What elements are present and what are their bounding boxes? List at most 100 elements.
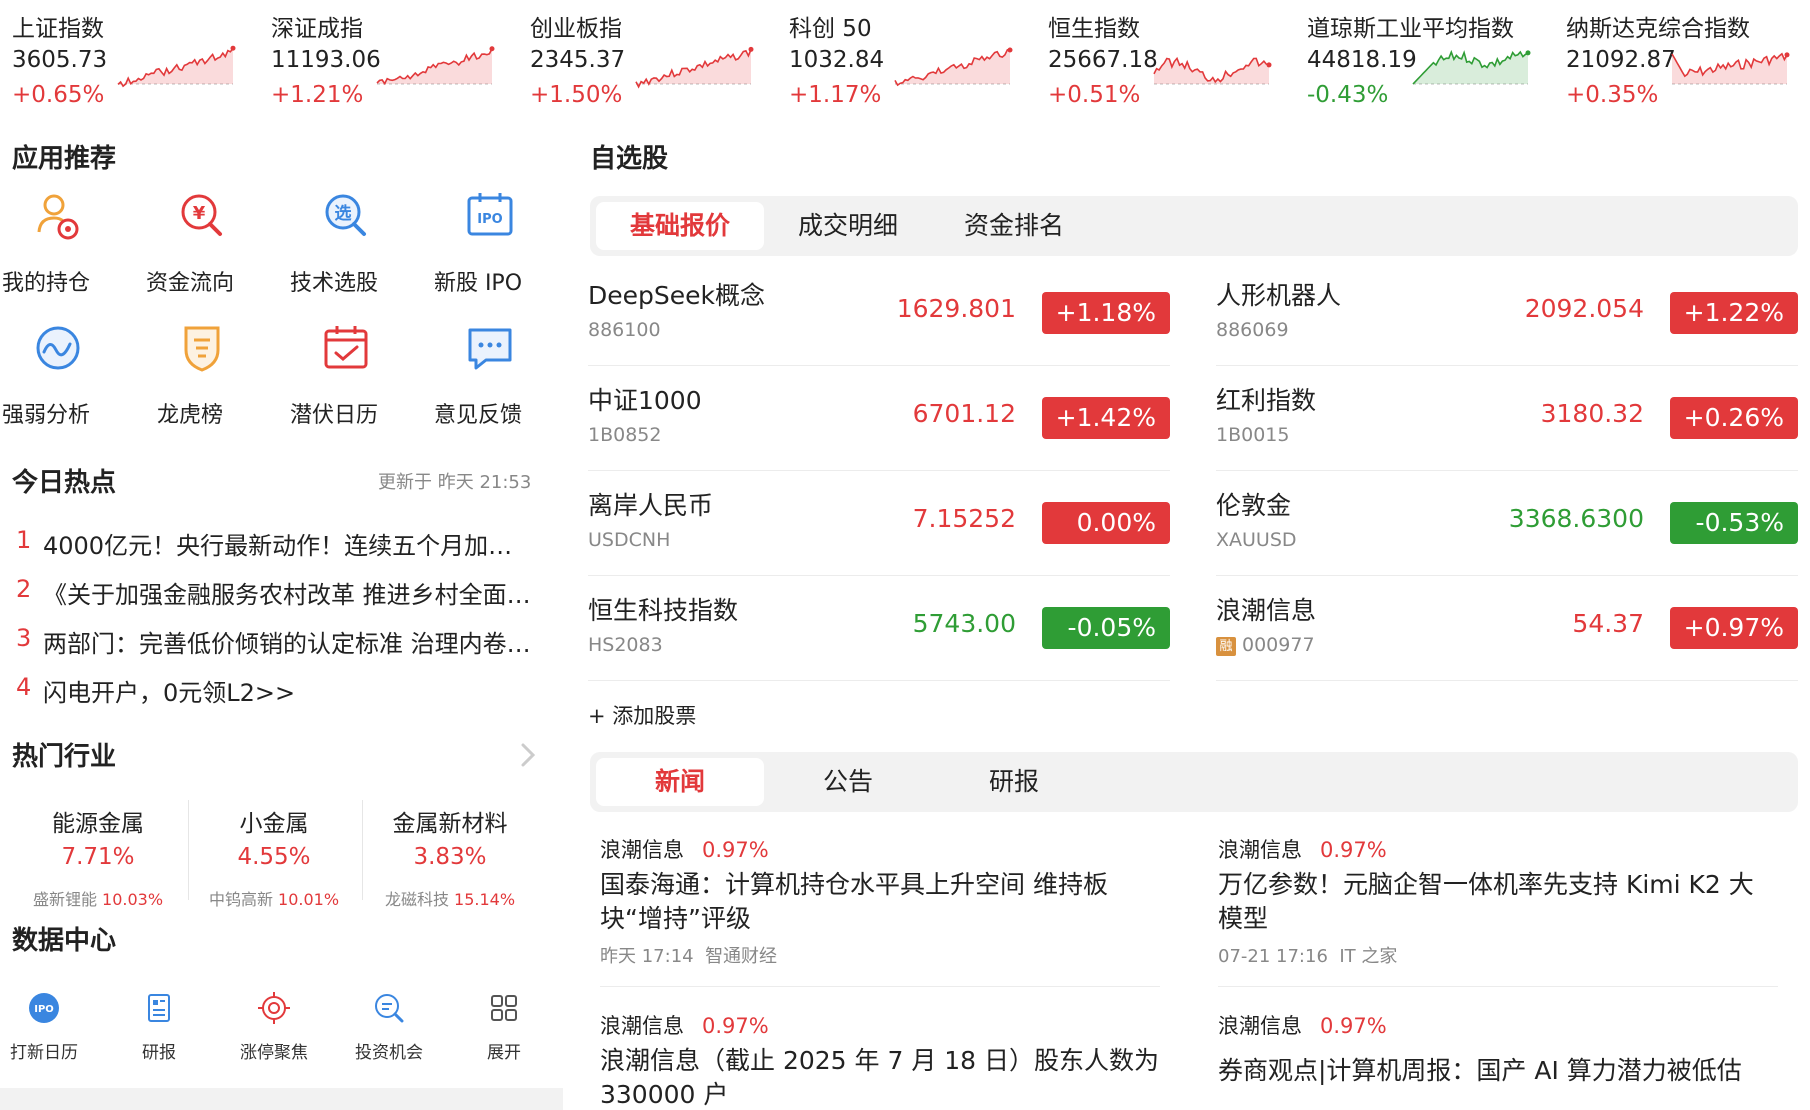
app-new-ipo[interactable]: IPO 新股 IPO: [418, 188, 562, 300]
watchlist-row[interactable]: 浪潮信息 融 000977 54.37 +0.97%: [1216, 577, 1798, 681]
industry-card[interactable]: 能源金属 7.71% 盛新锂能 10.03%: [10, 798, 186, 910]
money-flow-icon: ¥: [181, 194, 222, 236]
feedback-icon: [468, 328, 512, 370]
row-divider: [588, 470, 1170, 471]
row-divider: [588, 575, 1170, 576]
app-label: 技术选股: [289, 271, 378, 296]
watchlist-row[interactable]: DeepSeek概念 886100 1629.801 +1.18%: [588, 262, 1170, 366]
news-stock: 浪潮信息: [600, 838, 684, 862]
leader-name: 中钨高新: [208, 890, 273, 909]
app-feedback[interactable]: 意见反馈: [418, 320, 562, 432]
stock-code: XAUUSD: [1216, 529, 1297, 551]
hot-item[interactable]: 1 4000亿元！央行最新动作！连续五个月加量续作MLF: [0, 520, 550, 560]
watchlist-row[interactable]: 红利指数 1B0015 3180.32 +0.26%: [1216, 367, 1798, 471]
watchlist-row[interactable]: 恒生科技指数 HS2083 5743.00 -0.05%: [588, 577, 1170, 681]
data-expand[interactable]: 展开: [456, 990, 552, 1070]
tab-basic-quote[interactable]: 基础报价: [596, 202, 764, 250]
index-card-szse[interactable]: 深证成指 11193.06 +1.21%: [259, 0, 517, 122]
news-source: 智通财经: [705, 946, 778, 967]
stock-name: 恒生科技指数: [588, 596, 739, 625]
tab-trade-detail[interactable]: 成交明细: [764, 202, 932, 250]
app-technical-picker[interactable]: 选 技术选股: [274, 188, 418, 300]
watchlist-tabbar: 基础报价 成交明细 资金排名: [590, 196, 1798, 256]
stock-name: 浪潮信息: [1216, 596, 1317, 625]
data-label: 研报: [142, 1043, 176, 1063]
change-badge: +1.42%: [1042, 397, 1170, 439]
sparkline-chart: [635, 46, 754, 89]
app-money-flow[interactable]: ¥ 资金流向: [130, 188, 274, 300]
sparkline-end-dot: [1007, 47, 1013, 53]
hot-item[interactable]: 3 两部门：完善低价倾销的认定标准 治理内卷式竞争: [0, 618, 550, 658]
row-divider: [588, 365, 1170, 366]
watchlist-row[interactable]: 伦敦金 XAUUSD 3368.6300 -0.53%: [1216, 472, 1798, 576]
index-name: 上证指数: [12, 16, 104, 42]
add-stock-button[interactable]: + 添加股票: [588, 700, 696, 730]
stock-code: 886069: [1216, 319, 1289, 341]
ipo-calendar-icon: IPO: [29, 993, 59, 1023]
stock-code-with-margin: 融 000977: [1216, 634, 1315, 656]
news-item[interactable]: 浪潮信息 0.97% 浪潮信息（截止 2025 年 7 月 18 日）股东人数为 …: [600, 1010, 1160, 1110]
industry-card[interactable]: 小金属 4.55% 中钨高新 10.01%: [186, 798, 362, 910]
opportunity-search-icon: [375, 994, 404, 1023]
data-limit-up-focus[interactable]: 涨停聚焦: [226, 990, 322, 1070]
change-badge: +0.97%: [1670, 607, 1798, 649]
tab-announcements[interactable]: 公告: [764, 758, 932, 806]
tab-fund-rank[interactable]: 资金排名: [930, 202, 1098, 250]
industry-name: 能源金属: [52, 811, 144, 837]
row-divider: [588, 680, 1170, 681]
data-label: 展开: [487, 1043, 521, 1063]
app-label: 龙虎榜: [156, 403, 223, 428]
tab-news[interactable]: 新闻: [596, 758, 764, 806]
app-strength-analysis[interactable]: 强弱分析: [0, 320, 130, 432]
news-stock: 浪潮信息: [1218, 1014, 1302, 1038]
stock-name: 离岸人民币: [588, 491, 714, 520]
app-my-holdings[interactable]: 我的持仓: [0, 188, 130, 300]
index-change: -0.43%: [1307, 82, 1389, 108]
data-ipo-calendar[interactable]: IPO 打新日历: [0, 990, 92, 1070]
tab-research[interactable]: 研报: [930, 758, 1098, 806]
data-label: 投资机会: [355, 1043, 423, 1063]
data-label: 涨停聚焦: [240, 1043, 308, 1063]
sparkline-end-dot: [1784, 52, 1790, 58]
index-card-sse[interactable]: 上证指数 3605.73 +0.65%: [0, 0, 258, 122]
watchlist-row[interactable]: 中证1000 1B0852 6701.12 +1.42%: [588, 367, 1170, 471]
stock-name: 伦敦金: [1216, 491, 1292, 520]
row-divider: [1216, 470, 1798, 471]
stock-name: 红利指数: [1216, 386, 1317, 415]
industry-name: 金属新材料: [392, 811, 508, 837]
index-change: +0.51%: [1048, 82, 1141, 108]
industry-card[interactable]: 金属新材料 3.83% 龙磁科技 15.14%: [362, 798, 538, 910]
data-research[interactable]: 研报: [111, 990, 207, 1070]
watchlist-row[interactable]: 离岸人民币 USDCNH 7.15252 0.00%: [588, 472, 1170, 576]
hot-item[interactable]: 4 闪电开户，0元领L2>>: [0, 667, 550, 707]
target-icon: [258, 992, 290, 1024]
hot-rank: 1: [16, 526, 32, 554]
index-card-chinext[interactable]: 创业板指 2345.37 +1.50%: [518, 0, 776, 122]
chevron-right-icon[interactable]: [518, 742, 538, 768]
data-opportunity[interactable]: 投资机会: [341, 990, 437, 1070]
app-label: 我的持仓: [1, 271, 90, 296]
app-label: 新股 IPO: [433, 271, 523, 296]
ipo-icon: IPO: [467, 193, 513, 236]
watchlist-title: 自选股: [590, 144, 669, 174]
app-ambush-calendar[interactable]: 潜伏日历: [274, 320, 418, 432]
row-divider: [1216, 365, 1798, 366]
index-value: 2345.37: [530, 47, 626, 73]
index-card-nasdaq[interactable]: 纳斯达克综合指数 21092.87 +0.35%: [1554, 0, 1810, 122]
news-title: 浪潮信息（截止 2025 年 7 月 18 日）股东人数为 330000 户: [600, 1046, 1160, 1109]
yen-glyph: ¥: [193, 203, 206, 224]
news-item[interactable]: 浪潮信息 0.97% 券商观点|计算机周报：国产 AI 算力潜力被低估: [1218, 1010, 1778, 1110]
news-item[interactable]: 浪潮信息 0.97% 万亿参数！元脑企智一体机率先支持 Kimi K2 大模型 0…: [1218, 834, 1778, 994]
news-stock-tag: 浪潮信息 0.97%: [600, 834, 769, 864]
ipo-glyph: IPO: [34, 1004, 54, 1015]
row-divider: [1216, 680, 1798, 681]
news-source: IT 之家: [1339, 946, 1398, 967]
index-card-dji[interactable]: 道琼斯工业平均指数 44818.19 -0.43%: [1295, 0, 1553, 122]
index-name: 纳斯达克综合指数: [1566, 16, 1750, 42]
watchlist-row[interactable]: 人形机器人 886069 2092.054 +1.22%: [1216, 262, 1798, 366]
news-item[interactable]: 浪潮信息 0.97% 国泰海通：计算机持仓水平具上升空间 维持板块“增持”评级 昨…: [600, 834, 1160, 994]
index-card-hsi[interactable]: 恒生指数 25667.18 +0.51%: [1036, 0, 1294, 122]
index-card-star50[interactable]: 科创 50 1032.84 +1.17%: [777, 0, 1035, 122]
app-dragon-tiger[interactable]: 龙虎榜: [130, 320, 274, 432]
hot-item[interactable]: 2 《关于加强金融服务农村改革 推进乡村全面振兴的意见》: [0, 569, 550, 609]
